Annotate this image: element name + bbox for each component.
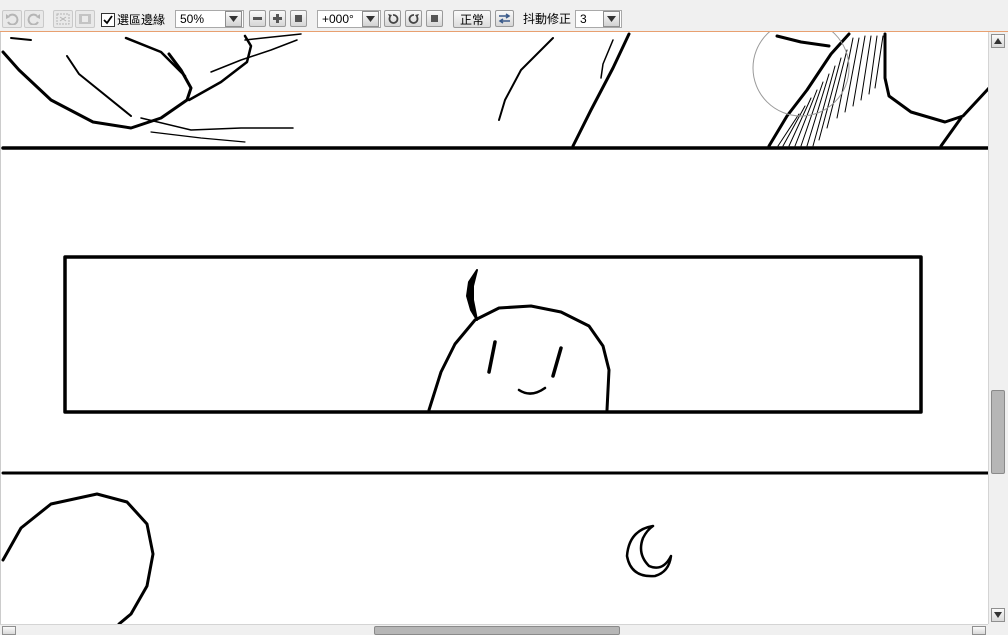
rotation-value: +000° <box>322 12 354 26</box>
flip-horizontal-button[interactable] <box>495 10 514 27</box>
rotation-select[interactable]: +000° <box>317 10 381 28</box>
zoom-reset-button[interactable] <box>290 10 307 27</box>
rotate-cw-button[interactable] <box>405 10 422 27</box>
rotation-dropdown-button[interactable] <box>362 11 379 27</box>
deselect-button[interactable] <box>53 10 73 28</box>
scrollbar-corner <box>988 624 1008 635</box>
zoom-out-icon <box>253 17 262 20</box>
vertical-scroll-thumb[interactable] <box>991 390 1005 474</box>
sketch-line <box>571 32 631 148</box>
sketch-artwork <box>1 32 988 624</box>
undo-icon <box>6 13 19 25</box>
rotate-cw-icon <box>408 13 419 24</box>
sketch-character-horn <box>466 269 478 321</box>
sketch-character-mouth <box>517 386 547 395</box>
stabilizer-label: 抖動修正 <box>523 12 572 26</box>
sketch-shape <box>1 492 155 624</box>
toolbar: 選區邊緣 50% +000° 正常 抖動修正 3 <box>0 0 1008 32</box>
sketch-hair-outline <box>883 32 988 124</box>
deselect-icon <box>56 13 70 25</box>
chevron-up-icon <box>994 38 1002 44</box>
sketch-hand-stroke <box>140 117 294 131</box>
selection-edge-checkbox[interactable] <box>101 13 115 27</box>
invert-selection-icon <box>79 14 91 24</box>
sketch-hair-outline <box>775 34 831 48</box>
scroll-right-button[interactable] <box>972 626 986 635</box>
zoom-value: 50% <box>180 12 205 26</box>
drawing-canvas[interactable] <box>0 32 988 624</box>
chevron-down-icon <box>607 16 616 22</box>
redo-button[interactable] <box>24 10 44 28</box>
stabilizer-select[interactable]: 3 <box>575 10 622 28</box>
sketch-hand-stroke <box>1 50 193 130</box>
panel-frame <box>63 255 923 414</box>
undo-button[interactable] <box>2 10 22 28</box>
sketch-line <box>498 37 554 121</box>
sketch-hand-stroke <box>10 37 32 41</box>
sketch-hand-stroke <box>210 39 298 73</box>
selection-edge-toggle[interactable]: 選區邊緣 <box>101 11 165 29</box>
horizontal-scrollbar[interactable] <box>0 624 988 635</box>
chevron-down-icon <box>366 16 375 22</box>
stabilizer-value: 3 <box>580 12 587 26</box>
selection-edge-label: 選區邊緣 <box>117 13 166 27</box>
rotate-reset-button[interactable] <box>426 10 443 27</box>
redo-icon <box>27 13 40 25</box>
zoom-out-button[interactable] <box>249 10 266 27</box>
zoom-select[interactable]: 50% <box>175 10 244 28</box>
zoom-in-icon <box>273 14 282 23</box>
sketch-hand-stroke <box>66 55 132 117</box>
zoom-reset-icon <box>295 15 302 22</box>
rotate-ccw-button[interactable] <box>384 10 401 27</box>
brush-cursor-circle <box>752 32 850 117</box>
sketch-character-eye <box>487 340 497 374</box>
chevron-down-icon <box>994 612 1002 618</box>
sketch-moon <box>625 524 673 578</box>
flip-horizontal-icon <box>498 13 511 24</box>
zoom-in-button[interactable] <box>269 10 286 27</box>
horizontal-scroll-thumb[interactable] <box>374 626 620 635</box>
rotate-ccw-icon <box>387 13 398 24</box>
scroll-up-button[interactable] <box>991 34 1005 48</box>
invert-selection-button[interactable] <box>75 10 95 28</box>
zoom-dropdown-button[interactable] <box>225 11 242 27</box>
scroll-left-button[interactable] <box>2 626 16 635</box>
vertical-scrollbar[interactable] <box>988 32 1008 624</box>
sketch-hand-stroke <box>124 36 187 78</box>
scroll-down-button[interactable] <box>991 608 1005 622</box>
chevron-down-icon <box>229 16 238 22</box>
blend-mode-button[interactable]: 正常 <box>453 10 491 28</box>
blend-mode-label: 正常 <box>459 12 484 27</box>
sketch-hand-stroke <box>150 131 246 143</box>
sketch-character <box>427 304 611 412</box>
rotate-reset-icon <box>431 15 438 22</box>
sketch-character-eye <box>551 346 563 378</box>
checkmark-icon <box>103 15 113 25</box>
stabilizer-dropdown-button[interactable] <box>603 11 620 27</box>
sketch-hand-stroke <box>244 33 302 41</box>
